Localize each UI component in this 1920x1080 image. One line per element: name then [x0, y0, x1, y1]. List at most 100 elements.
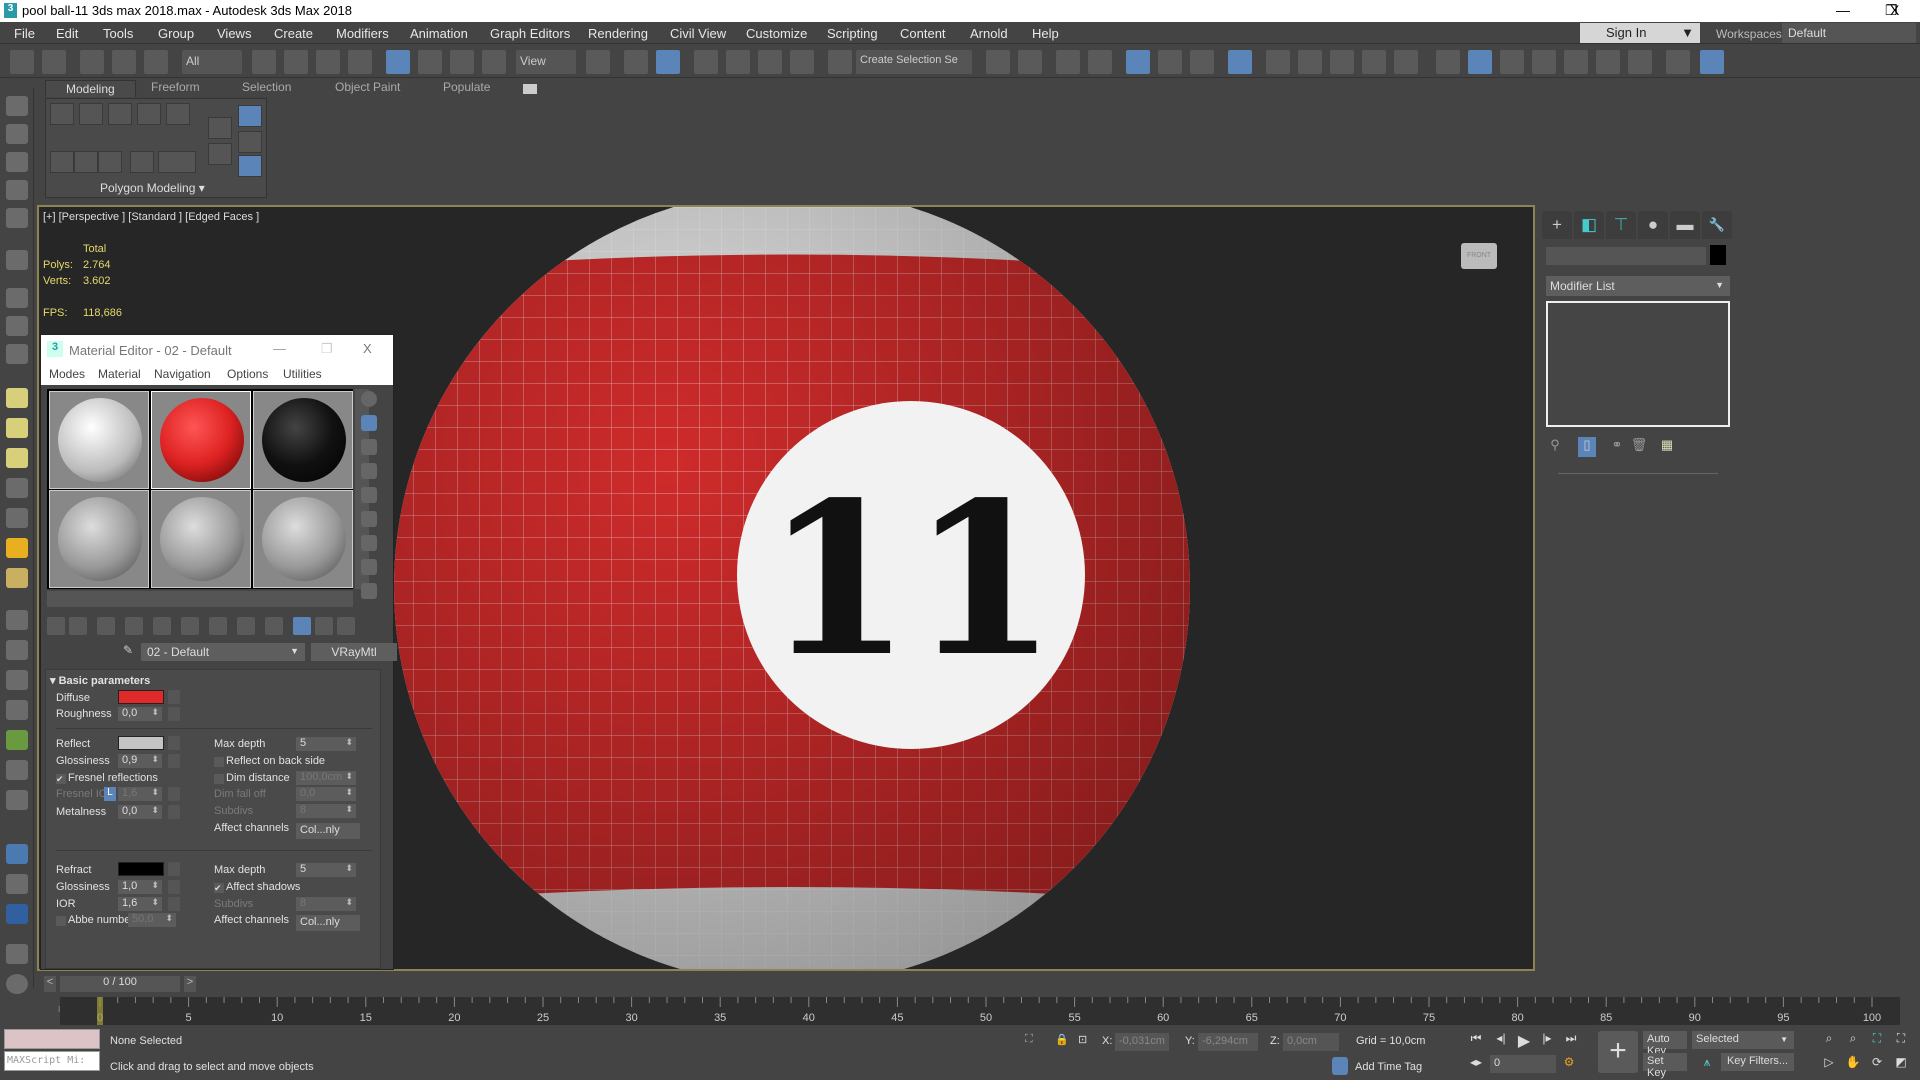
- make-unique-icon[interactable]: ⚭: [1608, 437, 1626, 457]
- pin-stack-icon[interactable]: ⚲: [1546, 437, 1564, 457]
- dome-light-icon[interactable]: [6, 418, 28, 438]
- sign-in-button[interactable]: Sign In ▼: [1580, 23, 1700, 43]
- minimize-button[interactable]: —: [1836, 2, 1850, 18]
- trash-icon[interactable]: 🗑: [1630, 437, 1648, 457]
- hair-icon[interactable]: [6, 760, 28, 780]
- shrink-selection-icon[interactable]: [74, 151, 98, 173]
- make-preview-icon[interactable]: [361, 511, 377, 527]
- reflect-glossiness-spinner[interactable]: 0,9: [118, 754, 162, 768]
- create-tab[interactable]: +: [1542, 211, 1572, 239]
- eyedropper-icon[interactable]: ✎: [123, 643, 133, 657]
- polygon-modeling-label[interactable]: Polygon Modeling ▾: [100, 181, 205, 195]
- grow-selection-icon[interactable]: [50, 151, 74, 173]
- reference-coord-dropdown[interactable]: View: [516, 50, 576, 74]
- layer-explorer-icon[interactable]: [1088, 50, 1112, 74]
- element-icon[interactable]: [166, 103, 190, 125]
- proxy-icon[interactable]: [6, 640, 28, 660]
- dim-falloff-spinner[interactable]: 0,0: [296, 787, 356, 801]
- key-mode-dropdown[interactable]: Selected ▼: [1692, 1031, 1794, 1049]
- named-selection-dropdown[interactable]: Create Selection Se: [856, 50, 972, 74]
- percent-snap-icon[interactable]: [758, 50, 782, 74]
- roughness-map-button[interactable]: [168, 707, 180, 721]
- render-setup-icon[interactable]: [1266, 50, 1290, 74]
- link-icon[interactable]: [80, 50, 104, 74]
- select-object-icon[interactable]: [252, 50, 276, 74]
- pivot-snap-icon[interactable]: [1468, 50, 1492, 74]
- ambient-light-icon[interactable]: [6, 568, 28, 588]
- reflect-color-swatch[interactable]: [118, 736, 164, 750]
- modify-stack-down-icon[interactable]: [208, 143, 232, 165]
- selection-filter-dropdown[interactable]: All: [182, 50, 242, 74]
- sphere-light-icon[interactable]: [6, 448, 28, 468]
- lock-icon[interactable]: 🔒: [1055, 1033, 1069, 1046]
- previous-key-icon[interactable]: ◂|: [1492, 1031, 1510, 1049]
- menu-civil-view[interactable]: Civil View: [670, 26, 726, 41]
- menu-content[interactable]: Content: [900, 26, 946, 41]
- default-in-out-tangents-icon[interactable]: ⩚: [1698, 1055, 1716, 1073]
- material-navigator-icon[interactable]: [361, 583, 377, 599]
- menu-tools[interactable]: Tools: [103, 26, 133, 41]
- select-by-name-icon[interactable]: [284, 50, 308, 74]
- hierarchy-tab[interactable]: ⊤: [1606, 211, 1636, 239]
- fur-icon[interactable]: [6, 610, 28, 630]
- pan-view-icon[interactable]: ✋: [1844, 1055, 1862, 1073]
- vray-physics-icon[interactable]: [6, 700, 28, 720]
- menu-modes[interactable]: Modes: [49, 367, 85, 381]
- go-to-end-icon[interactable]: ⏭: [1562, 1031, 1580, 1049]
- viewport-label[interactable]: [+] [Perspective ] [Standard ] [Edged Fa…: [43, 211, 259, 223]
- sample-slot[interactable]: [49, 391, 149, 489]
- rendered-frame-window-icon[interactable]: [1298, 50, 1322, 74]
- diffuse-color-swatch[interactable]: [118, 690, 164, 704]
- maxscript-listener-output[interactable]: [4, 1029, 100, 1049]
- scene-list-icon[interactable]: [6, 180, 28, 200]
- get-material-icon[interactable]: [47, 617, 65, 635]
- refract-max-depth-spinner[interactable]: 5: [296, 863, 356, 877]
- absolute-mode-icon[interactable]: ⊡: [1078, 1033, 1087, 1046]
- minimize-button[interactable]: —: [273, 341, 286, 356]
- current-frame-spinner[interactable]: 0: [1490, 1055, 1556, 1073]
- tab-freeform[interactable]: Freeform: [151, 80, 200, 94]
- material-name-dropdown[interactable]: 02 - Default ▼: [141, 643, 305, 661]
- slots-horizontal-scrollbar[interactable]: [47, 591, 353, 607]
- plane-light-icon[interactable]: [6, 388, 28, 408]
- menu-edit[interactable]: Edit: [56, 26, 78, 41]
- configure-modifier-sets-icon[interactable]: ▦: [1658, 437, 1676, 457]
- modify-stack-up-icon[interactable]: [208, 117, 232, 139]
- sample-slot[interactable]: [151, 490, 251, 588]
- reflect-subdivs-spinner[interactable]: 8: [296, 804, 356, 818]
- material-icon[interactable]: [6, 874, 28, 894]
- time-configuration-icon[interactable]: ⚙: [1560, 1055, 1578, 1073]
- tab-selection[interactable]: Selection: [242, 80, 291, 94]
- menu-animation[interactable]: Animation: [410, 26, 468, 41]
- abbe-spinner[interactable]: 50,0: [128, 913, 176, 927]
- ior-map-button[interactable]: [168, 897, 180, 911]
- fresnel-ior-spinner[interactable]: 1,6: [118, 787, 162, 801]
- perpendicular-snap-icon[interactable]: [1628, 50, 1652, 74]
- key-mode-toggle-icon[interactable]: ◂▸: [1467, 1055, 1485, 1073]
- angle-snap-icon[interactable]: [726, 50, 750, 74]
- reflect-back-side-checkbox[interactable]: [214, 757, 224, 767]
- diffuse-map-button[interactable]: [168, 690, 180, 704]
- displacement-icon[interactable]: [6, 670, 28, 690]
- render-cloud-icon[interactable]: [1362, 50, 1386, 74]
- menu-file[interactable]: File: [14, 26, 35, 41]
- put-material-icon[interactable]: [69, 617, 87, 635]
- panel-icon[interactable]: [6, 208, 28, 228]
- material-type-button[interactable]: VRayMtl: [311, 643, 397, 661]
- go-to-parent-icon[interactable]: [315, 617, 333, 635]
- rectangle-selection-icon[interactable]: [316, 50, 340, 74]
- menu-options[interactable]: Options: [227, 367, 268, 381]
- ies-light-icon[interactable]: [6, 478, 28, 498]
- rotate-icon[interactable]: [418, 50, 442, 74]
- modifier-list-dropdown[interactable]: Modifier List ▼: [1546, 276, 1730, 296]
- add-time-tag-button[interactable]: Add Time Tag: [1355, 1061, 1422, 1073]
- menu-rendering[interactable]: Rendering: [588, 26, 648, 41]
- ribbon-toggle-icon[interactable]: [1126, 50, 1150, 74]
- refract-glossiness-map-button[interactable]: [168, 880, 180, 894]
- backlight-icon[interactable]: [361, 415, 377, 431]
- show-shaded-material-icon[interactable]: [265, 617, 283, 635]
- refract-subdivs-spinner[interactable]: 8: [296, 897, 356, 911]
- viewcube[interactable]: FRONT: [1461, 243, 1497, 269]
- axis-constraint-snap-icon[interactable]: [1700, 50, 1724, 74]
- pivot-center-icon[interactable]: [586, 50, 610, 74]
